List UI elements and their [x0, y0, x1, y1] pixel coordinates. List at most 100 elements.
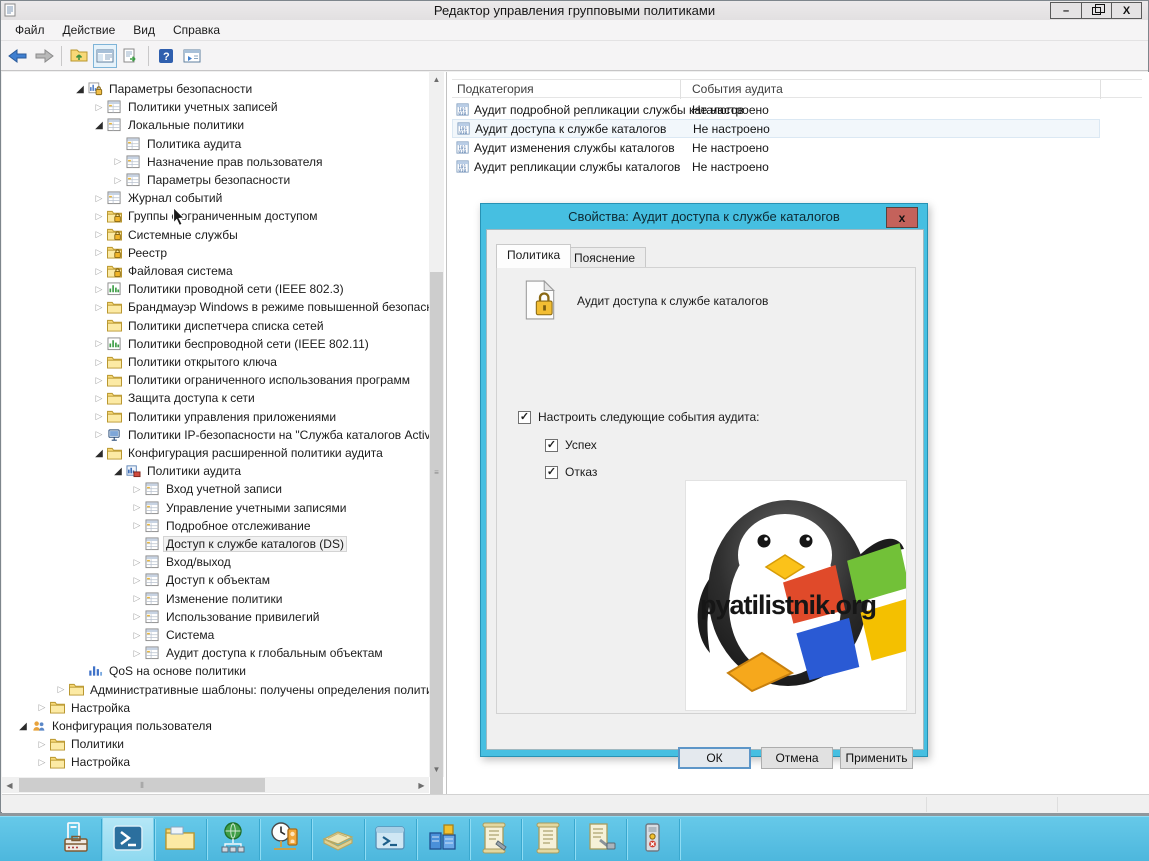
column-header-audit-events[interactable]: События аудита	[692, 82, 783, 96]
expand-icon[interactable]: ▷	[91, 355, 107, 369]
expand-icon[interactable]: ▷	[129, 628, 145, 642]
ok-button[interactable]: ОК	[678, 747, 751, 769]
column-divider[interactable]	[1100, 80, 1101, 99]
expand-icon[interactable]: ▷	[129, 573, 145, 587]
expand-icon[interactable]: ▷	[91, 337, 107, 351]
expand-icon[interactable]: ▷	[129, 519, 145, 533]
collapse-icon[interactable]: ◢	[72, 82, 88, 96]
tree-item[interactable]: ▷Политики учетных записей	[91, 98, 281, 116]
tree-item[interactable]: ▷Политики IP-безопасности на "Служба кат…	[91, 426, 429, 444]
tree-item[interactable]: ◢Политики аудита	[110, 462, 244, 480]
tree-item[interactable]: ▷Параметры безопасности	[110, 171, 293, 189]
success-checkbox[interactable]: ✓	[545, 439, 558, 452]
expand-icon[interactable]: ▷	[91, 228, 107, 242]
taskbar-button-scroll[interactable]	[523, 818, 573, 861]
window-titlebar[interactable]: Редактор управления групповыми политикам…	[1, 1, 1148, 20]
collapse-icon[interactable]: ◢	[15, 719, 31, 733]
tab-policy[interactable]: Политика	[496, 244, 571, 268]
tree-item[interactable]: ▷Управление учетными записями	[129, 499, 349, 517]
restore-button[interactable]	[1081, 3, 1111, 18]
tree-vscroll-thumb[interactable]: ≡	[430, 272, 443, 794]
tree-item[interactable]: ▷Политики управления приложениями	[91, 408, 339, 426]
expand-icon[interactable]: ▷	[129, 501, 145, 515]
tree-item[interactable]: ▷Политики ограниченного использования пр…	[91, 371, 413, 389]
apply-button[interactable]: Применить	[840, 747, 913, 769]
expand-icon[interactable]: ▷	[91, 428, 107, 442]
expand-icon[interactable]: ▷	[91, 300, 107, 314]
list-row[interactable]: 101010Аудит подробной репликации службы …	[452, 100, 1100, 119]
expand-icon[interactable]: ▷	[129, 555, 145, 569]
help-icon[interactable]: ?	[154, 44, 178, 68]
tree-item[interactable]: ▷Вход учетной записи	[129, 480, 285, 498]
taskbar-button-server-manager[interactable]	[50, 818, 100, 861]
tree-item[interactable]: ▷Вход/выход	[129, 553, 234, 571]
tree-item[interactable]: ◢Конфигурация пользователя	[15, 717, 215, 735]
tree-item[interactable]: ▷Использование привилегий	[129, 608, 323, 626]
expand-icon[interactable]: ▷	[91, 410, 107, 424]
taskbar-button-ad-sites[interactable]	[208, 818, 258, 861]
expand-icon[interactable]: ▷	[91, 100, 107, 114]
collapse-icon[interactable]: ◢	[110, 464, 126, 478]
taskbar-button-scroll-hammer[interactable]	[575, 818, 625, 861]
expand-icon[interactable]: ▷	[34, 755, 50, 769]
menu-item-3[interactable]: Справка	[165, 21, 228, 39]
failure-checkbox[interactable]: ✓	[545, 466, 558, 479]
configure-audit-checkbox[interactable]: ✓	[518, 411, 531, 424]
tree-item[interactable]: ▷Система	[129, 626, 217, 644]
tree-item[interactable]: ▷Подробное отслеживание	[129, 517, 314, 535]
tree-item[interactable]: ▷Доступ к объектам	[129, 571, 273, 589]
column-header-subcategory[interactable]: Подкатегория	[457, 82, 534, 96]
minimize-button[interactable]: –	[1051, 3, 1081, 18]
expand-icon[interactable]: ▷	[110, 173, 126, 187]
dialog-close-button[interactable]: x	[886, 207, 918, 228]
export-list-icon[interactable]	[119, 44, 143, 68]
menu-item-2[interactable]: Вид	[125, 21, 163, 39]
tree-item[interactable]: ▷Брандмауэр Windows в режиме повышенной …	[91, 298, 429, 316]
menu-item-0[interactable]: Файл	[7, 21, 53, 39]
taskbar-button-powershell[interactable]	[103, 818, 153, 861]
tree-item[interactable]: ▷Настройка	[34, 753, 133, 771]
expand-icon[interactable]: ▷	[91, 264, 107, 278]
taskbar-button-admin-center[interactable]	[418, 818, 468, 861]
collapse-icon[interactable]: ◢	[91, 446, 107, 460]
tree-item-selected[interactable]: Доступ к службе каталогов (DS)	[129, 535, 347, 553]
taskbar-button-book[interactable]	[313, 818, 363, 861]
expand-icon[interactable]: ▷	[129, 610, 145, 624]
tree-item[interactable]: ▷Политики открытого ключа	[91, 353, 280, 371]
expand-icon[interactable]: ▷	[91, 282, 107, 296]
tree-item[interactable]: QoS на основе политики	[72, 662, 249, 680]
tree-item[interactable]: Политика аудита	[110, 135, 244, 153]
menu-item-1[interactable]: Действие	[55, 21, 124, 39]
expand-icon[interactable]: ▷	[91, 246, 107, 260]
expand-icon[interactable]: ▷	[91, 209, 107, 223]
expand-icon[interactable]: ▷	[91, 391, 107, 405]
scroll-up-icon[interactable]: ▲	[429, 72, 444, 87]
tree-item[interactable]: ▷Политики проводной сети (IEEE 802.3)	[91, 280, 347, 298]
expand-icon[interactable]: ▷	[129, 482, 145, 496]
close-button[interactable]: X	[1111, 3, 1141, 18]
taskbar-button-powershell-ise[interactable]	[365, 818, 415, 861]
cancel-button[interactable]: Отмена	[761, 747, 833, 769]
tree-item[interactable]: ▷Файловая система	[91, 262, 236, 280]
expand-icon[interactable]: ▷	[91, 373, 107, 387]
expand-icon[interactable]: ▷	[129, 592, 145, 606]
tree-item[interactable]: ▷Настройка	[34, 699, 133, 717]
tree-item[interactable]: ◢Параметры безопасности	[72, 80, 255, 98]
taskbar-button-gpmc-clock[interactable]	[260, 818, 310, 861]
expand-icon[interactable]: ▷	[91, 191, 107, 205]
scroll-left-icon[interactable]: ◀	[2, 777, 17, 793]
tree-item[interactable]: ▷Журнал событий	[91, 189, 225, 207]
list-row[interactable]: 101010Аудит изменения службы каталоговНе…	[452, 138, 1100, 157]
expand-icon[interactable]: ▷	[53, 683, 69, 697]
tree-item[interactable]: ▷Реестр	[91, 244, 170, 262]
expand-icon[interactable]: ▷	[34, 701, 50, 715]
scroll-right-icon[interactable]: ▶	[414, 777, 429, 793]
tree-item[interactable]: ▷Назначение прав пользователя	[110, 153, 326, 171]
collapse-icon[interactable]: ◢	[91, 118, 107, 132]
list-row[interactable]: 101010Аудит репликации службы каталоговН…	[452, 157, 1100, 176]
tree-item[interactable]: ◢Конфигурация расширенной политики аудит…	[91, 444, 386, 462]
tree-item[interactable]: ▷Системные службы	[91, 226, 241, 244]
tree-item[interactable]: ▷Политики беспроводной сети (IEEE 802.11…	[91, 335, 372, 353]
taskbar-button-device-error[interactable]	[628, 818, 678, 861]
forward-icon[interactable]	[32, 44, 56, 68]
